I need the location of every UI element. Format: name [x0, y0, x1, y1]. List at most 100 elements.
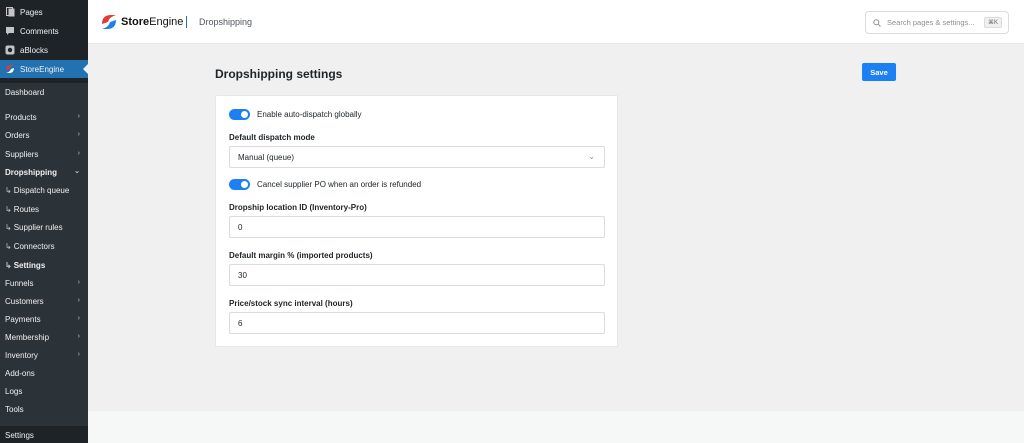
sidebar-item-label: Add-ons: [5, 369, 35, 378]
location-id-label: Dropship location ID (Inventory-Pro): [229, 203, 367, 212]
sidebar-item-pages[interactable]: Pages: [0, 3, 88, 21]
chevron-right-icon: ›: [77, 113, 80, 120]
sidebar-item-label: Dropshipping: [5, 168, 57, 177]
sidebar-item-supplier-rules[interactable]: ↳ Supplier rules: [0, 219, 88, 236]
comments-icon: [5, 26, 15, 36]
submenu-arrow-icon: ↳: [5, 205, 12, 214]
search-icon: [873, 18, 881, 27]
sidebar-item-label: Funnels: [5, 279, 34, 288]
margin-value: 30: [238, 270, 247, 280]
sidebar-item-settings[interactable]: Settings: [0, 427, 88, 443]
sidebar-item-logs[interactable]: Logs: [0, 383, 88, 400]
sidebar-item-label: aBlocks: [20, 45, 49, 55]
sidebar-item-label: Comments: [20, 26, 59, 36]
sidebar-item-add-ons[interactable]: Add-ons: [0, 365, 88, 382]
auto-dispatch-label: Enable auto-dispatch globally: [257, 110, 362, 119]
sidebar-item-dashboard[interactable]: Dashboard: [0, 83, 88, 101]
cancel-po-setting: Cancel supplier PO when an order is refu…: [229, 179, 421, 190]
sidebar-item-label: Connectors: [13, 242, 55, 251]
sidebar-item-label: Payments: [5, 315, 41, 324]
sidebar-item-orders[interactable]: Orders ›: [0, 127, 88, 144]
sidebar-item-customers[interactable]: Customers ›: [0, 293, 88, 310]
sidebar-item-suppliers[interactable]: Suppliers ›: [0, 146, 88, 163]
dispatch-mode-select[interactable]: Manual (queue) ⌄: [229, 146, 605, 168]
top-header: StoreEngine Dropshipping Search pages & …: [88, 0, 1024, 44]
sidebar-item-label: Settings: [5, 430, 34, 440]
chevron-right-icon: ›: [77, 315, 80, 322]
storeengine-icon: [5, 64, 15, 74]
sidebar-item-connectors[interactable]: ↳ Connectors: [0, 238, 88, 255]
sidebar-item-label: Routes: [13, 205, 40, 214]
sidebar-item-comments[interactable]: Comments: [0, 22, 88, 40]
sidebar-item-dropshipping[interactable]: Dropshipping ⌄: [0, 164, 88, 181]
chevron-right-icon: ›: [77, 333, 80, 340]
margin-label: Default margin % (imported products): [229, 251, 373, 260]
search-shortcut-badge: ⌘K: [983, 17, 1002, 28]
brand-name-bold: Store: [121, 16, 150, 28]
sidebar-item-label: Orders: [5, 131, 30, 140]
sidebar-item-inventory[interactable]: Inventory ›: [0, 347, 88, 364]
location-id-input[interactable]: 0: [229, 216, 605, 238]
sidebar-item-label: Inventory: [5, 351, 38, 360]
chevron-right-icon: ›: [77, 351, 80, 358]
breadcrumb: Dropshipping: [199, 17, 253, 27]
sidebar-item-settings-active[interactable]: ↳ Settings: [0, 257, 88, 274]
location-id-value: 0: [238, 222, 243, 232]
settings-card: Enable auto-dispatch globally Default di…: [215, 95, 618, 347]
sidebar-item-ablocks[interactable]: aBlocks: [0, 41, 88, 59]
sidebar-item-label: Products: [5, 113, 37, 122]
chevron-right-icon: ›: [77, 279, 80, 286]
brand-name-rest: Engine: [149, 16, 184, 28]
sync-interval-input[interactable]: 6: [229, 312, 605, 334]
chevron-right-icon: ›: [77, 131, 80, 138]
pages-icon: [5, 7, 15, 17]
sidebar-item-label: Tools: [5, 405, 24, 414]
main-content: Dropshipping settings Save Enable auto-d…: [88, 45, 1024, 411]
auto-dispatch-setting: Enable auto-dispatch globally: [229, 109, 362, 120]
submenu-arrow-icon: ↳: [5, 186, 12, 195]
header-divider: [186, 16, 187, 28]
search-input[interactable]: Search pages & settings... ⌘K: [865, 11, 1009, 34]
sync-interval-value: 6: [238, 318, 243, 328]
storeengine-logo[interactable]: StoreEngine: [101, 14, 183, 30]
chevron-down-icon: ⌄: [588, 152, 595, 161]
sidebar-item-products[interactable]: Products ›: [0, 109, 88, 126]
storeengine-submenu: Products › Orders › Suppliers › Dropshippin…: [0, 101, 88, 426]
sidebar-item-label: Customers: [5, 297, 44, 306]
chevron-right-icon: ›: [77, 150, 80, 157]
sidebar-item-payments[interactable]: Payments ›: [0, 311, 88, 328]
auto-dispatch-toggle[interactable]: [229, 109, 250, 120]
sidebar-item-routes[interactable]: ↳ Routes: [0, 201, 88, 218]
chevron-right-icon: ›: [77, 297, 80, 304]
brand-name: StoreEngine: [121, 16, 183, 28]
cancel-po-toggle[interactable]: [229, 179, 250, 190]
search-placeholder: Search pages & settings...: [887, 18, 975, 27]
sync-interval-label: Price/stock sync interval (hours): [229, 299, 353, 308]
sidebar-item-tools[interactable]: Tools: [0, 401, 88, 418]
sidebar-item-label: Settings: [13, 261, 46, 270]
chevron-down-icon: ⌄: [74, 168, 80, 175]
sidebar-item-label: Logs: [5, 387, 23, 396]
sidebar-item-dispatch-queue[interactable]: ↳ Dispatch queue: [0, 182, 88, 199]
sidebar-item-label: Pages: [20, 7, 43, 17]
sidebar-item-label: Dispatch queue: [13, 186, 70, 195]
margin-input[interactable]: 30: [229, 264, 605, 286]
storeengine-logo-icon: [102, 15, 116, 29]
page-title: Dropshipping settings: [215, 67, 343, 81]
submenu-arrow-icon: ↳: [5, 223, 12, 232]
submenu-arrow-icon: ↳: [5, 261, 12, 270]
sidebar-item-funnels[interactable]: Funnels ›: [0, 275, 88, 292]
sidebar-item-label: Dashboard: [5, 87, 45, 97]
sidebar-item-label: Suppliers: [5, 150, 39, 159]
dispatch-mode-value: Manual (queue): [238, 152, 295, 162]
cancel-po-label: Cancel supplier PO when an order is refu…: [257, 180, 422, 189]
sidebar-item-label: StoreEngine: [20, 64, 65, 74]
submenu-arrow-icon: ↳: [5, 242, 12, 251]
save-button[interactable]: Save: [862, 63, 896, 81]
sidebar-item-storeengine[interactable]: StoreEngine: [0, 60, 88, 78]
sidebar-item-label: Membership: [5, 333, 50, 342]
sidebar-item-membership[interactable]: Membership ›: [0, 329, 88, 346]
footer-area: [88, 411, 1024, 443]
dispatch-mode-label: Default dispatch mode: [229, 133, 315, 142]
ablocks-icon: [5, 45, 15, 55]
